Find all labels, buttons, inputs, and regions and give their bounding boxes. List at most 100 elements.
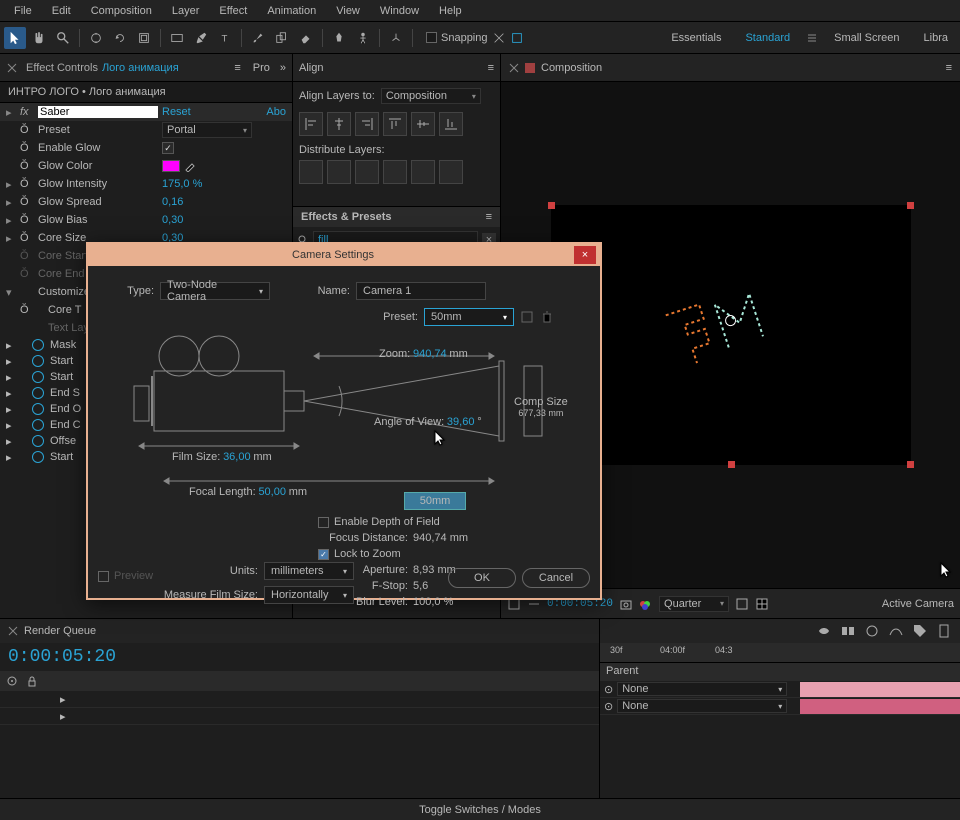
mask-item[interactable]: Start (50, 355, 73, 367)
glow-color-swatch[interactable] (162, 160, 180, 172)
distribute-button[interactable] (299, 160, 323, 184)
glow-intensity-value[interactable]: 175,0 % (162, 178, 202, 190)
puppet-tool[interactable] (352, 27, 374, 49)
menu-help[interactable]: Help (429, 5, 472, 17)
snapping-checkbox[interactable] (426, 32, 437, 43)
distribute-button[interactable] (355, 160, 379, 184)
menu-composition[interactable]: Composition (81, 5, 162, 17)
menu-edit[interactable]: Edit (42, 5, 81, 17)
orbit-tool[interactable] (85, 27, 107, 49)
roto-tool[interactable] (328, 27, 350, 49)
snapshot-icon[interactable] (619, 597, 633, 611)
frame-blend-icon[interactable] (840, 623, 856, 639)
grid-icon[interactable] (755, 597, 769, 611)
align-left-button[interactable] (299, 112, 323, 136)
timeline-timecode[interactable]: 0:00:05:20 (8, 647, 116, 667)
stopwatch-icon[interactable] (32, 419, 44, 431)
lock-to-zoom-checkbox[interactable]: Lock to Zoom (318, 548, 468, 560)
enable-glow-checkbox[interactable] (162, 142, 174, 154)
menu-file[interactable]: File (4, 5, 42, 17)
ok-button[interactable]: OK (448, 568, 516, 588)
parent-dropdown[interactable]: None (617, 682, 787, 696)
glow-bias-value[interactable]: 0,30 (162, 214, 183, 226)
panel-close-icon[interactable] (6, 62, 18, 74)
mask-item[interactable]: Offse (50, 435, 76, 447)
composition-tab[interactable]: Composition (541, 62, 602, 74)
tag-icon[interactable] (912, 623, 928, 639)
dialog-close-button[interactable]: × (574, 246, 596, 264)
rectangle-tool[interactable] (166, 27, 188, 49)
rotation-tool[interactable] (109, 27, 131, 49)
align-to-dropdown[interactable]: Composition (381, 88, 481, 104)
clone-tool[interactable] (271, 27, 293, 49)
local-axis-icon[interactable] (385, 27, 407, 49)
distribute-button[interactable] (383, 160, 407, 184)
timeline-ruler[interactable]: 30f 04:00f 04:3 (600, 643, 960, 663)
enable-dof-checkbox[interactable]: Enable Depth of Field (318, 516, 468, 528)
parent-dropdown[interactable]: None (617, 699, 787, 713)
measure-film-dropdown[interactable]: Horizontally (264, 586, 354, 604)
workspace-essentials[interactable]: Essentials (663, 30, 729, 46)
mask-item[interactable]: Start (50, 451, 73, 463)
mask-item[interactable]: End C (50, 419, 81, 431)
graph-editor-icon[interactable] (888, 623, 904, 639)
brush-tool[interactable] (247, 27, 269, 49)
project-tab[interactable]: Pro (253, 62, 270, 74)
camera-type-dropdown[interactable]: Two-Node Camera (160, 282, 270, 300)
workspace-menu-icon[interactable] (806, 32, 818, 44)
stopwatch-icon[interactable] (32, 355, 44, 367)
composition-canvas[interactable] (551, 205, 911, 465)
stopwatch-icon[interactable] (32, 403, 44, 415)
workspace-standard[interactable]: Standard (737, 30, 798, 46)
camera-name-input[interactable] (356, 282, 486, 300)
unified-camera-tool[interactable] (133, 27, 155, 49)
workspace-small-screen[interactable]: Small Screen (826, 30, 907, 46)
hand-tool[interactable] (28, 27, 50, 49)
stopwatch-icon[interactable] (32, 435, 44, 447)
render-queue-tab[interactable]: Render Queue (24, 625, 96, 637)
glow-spread-value[interactable]: 0,16 (162, 196, 183, 208)
mask-item[interactable]: End O (50, 403, 81, 415)
effect-reset[interactable]: Reset (162, 106, 191, 118)
motion-blur-icon[interactable] (864, 623, 880, 639)
preview-checkbox[interactable]: Preview (98, 570, 153, 582)
preset-dropdown[interactable]: Portal (162, 122, 252, 138)
menu-layer[interactable]: Layer (162, 5, 210, 17)
menu-animation[interactable]: Animation (257, 5, 326, 17)
menu-effect[interactable]: Effect (209, 5, 257, 17)
menu-view[interactable]: View (326, 5, 370, 17)
align-top-button[interactable] (383, 112, 407, 136)
distribute-button[interactable] (327, 160, 351, 184)
effect-name[interactable]: Saber (38, 106, 158, 118)
align-bottom-button[interactable] (439, 112, 463, 136)
eyedropper-icon[interactable] (184, 160, 198, 172)
zoom-tool[interactable] (52, 27, 74, 49)
cancel-button[interactable]: Cancel (522, 568, 590, 588)
panel-close-icon[interactable] (509, 63, 519, 73)
stopwatch-icon[interactable] (32, 387, 44, 399)
stopwatch-icon[interactable] (32, 371, 44, 383)
resolution-dropdown[interactable]: Quarter (659, 596, 729, 612)
marker-icon[interactable] (936, 623, 952, 639)
mask-item[interactable]: Mask (50, 339, 76, 351)
eraser-tool[interactable] (295, 27, 317, 49)
align-tab[interactable]: Align (299, 62, 323, 74)
mask-item[interactable]: Start (50, 371, 73, 383)
stopwatch-icon[interactable] (32, 451, 44, 463)
toggle-switches-button[interactable]: Toggle Switches / Modes (419, 804, 541, 816)
shy-icon[interactable] (816, 623, 832, 639)
distribute-button[interactable] (411, 160, 435, 184)
workspace-libraries[interactable]: Libra (916, 30, 956, 46)
active-camera-dropdown[interactable]: Active Camera (882, 598, 954, 610)
selection-tool[interactable] (4, 27, 26, 49)
menu-window[interactable]: Window (370, 5, 429, 17)
pen-tool[interactable] (190, 27, 212, 49)
region-icon[interactable] (735, 597, 749, 611)
mask-item[interactable]: End S (50, 387, 80, 399)
snapping-toggle[interactable]: Snapping (426, 31, 524, 45)
effect-controls-tab[interactable]: Effect Controls (26, 62, 98, 74)
channel-icon[interactable] (639, 597, 653, 611)
align-vcenter-button[interactable] (411, 112, 435, 136)
distribute-button[interactable] (439, 160, 463, 184)
text-tool[interactable]: T (214, 27, 236, 49)
